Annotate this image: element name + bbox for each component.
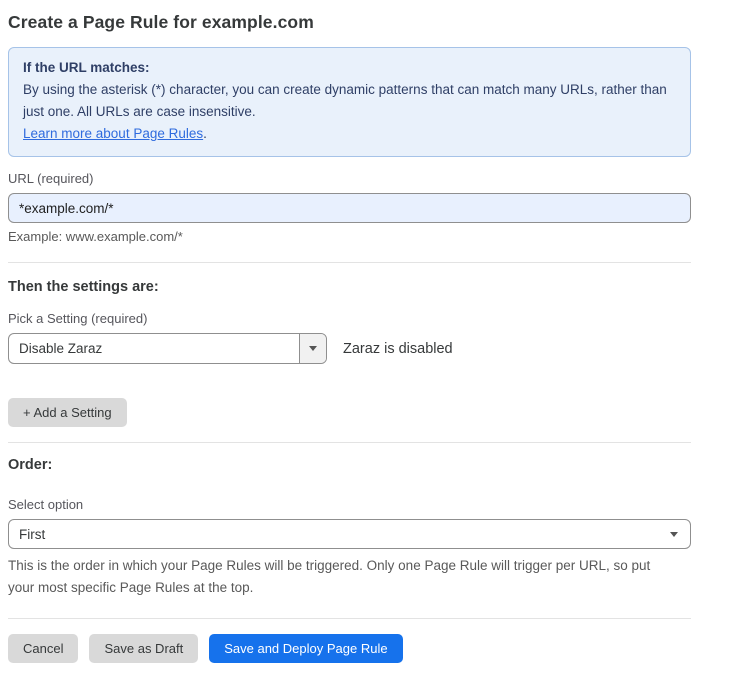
order-select-value: First — [19, 527, 45, 542]
save-and-deploy-button[interactable]: Save and Deploy Page Rule — [209, 634, 402, 663]
page-rule-form: Create a Page Rule for example.com If th… — [0, 12, 750, 663]
divider — [8, 262, 691, 263]
divider — [8, 442, 691, 443]
chevron-down-icon — [309, 346, 317, 351]
info-box-heading: If the URL matches: — [23, 57, 676, 79]
order-select[interactable]: First — [8, 519, 691, 549]
cancel-button[interactable]: Cancel — [8, 634, 78, 663]
setting-select-caret-button[interactable] — [299, 334, 326, 363]
chevron-down-icon — [670, 532, 678, 537]
order-select-label: Select option — [8, 497, 691, 512]
order-help-text: This is the order in which your Page Rul… — [8, 555, 678, 599]
setting-select-value: Disable Zaraz — [9, 334, 299, 363]
setting-row: Disable Zaraz Zaraz is disabled — [8, 333, 691, 364]
setting-status-text: Zaraz is disabled — [343, 341, 453, 357]
url-match-info-box: If the URL matches: By using the asteris… — [8, 47, 691, 157]
info-box-body-text: By using the asterisk (*) character, you… — [23, 82, 667, 119]
pick-setting-label: Pick a Setting (required) — [8, 311, 691, 326]
order-section-heading: Order: — [8, 457, 691, 473]
footer-actions: Cancel Save as Draft Save and Deploy Pag… — [8, 634, 691, 663]
info-box-body: By using the asterisk (*) character, you… — [23, 79, 676, 145]
setting-select[interactable]: Disable Zaraz — [8, 333, 327, 364]
link-suffix: . — [203, 126, 207, 141]
divider — [8, 618, 691, 619]
url-field-label: URL (required) — [8, 171, 691, 186]
settings-section-heading: Then the settings are: — [8, 279, 691, 295]
learn-more-link[interactable]: Learn more about Page Rules — [23, 126, 203, 141]
url-example-text: Example: www.example.com/* — [8, 229, 691, 244]
page-title: Create a Page Rule for example.com — [8, 12, 691, 33]
add-setting-button[interactable]: + Add a Setting — [8, 398, 127, 427]
url-input[interactable] — [8, 193, 691, 223]
save-as-draft-button[interactable]: Save as Draft — [89, 634, 198, 663]
